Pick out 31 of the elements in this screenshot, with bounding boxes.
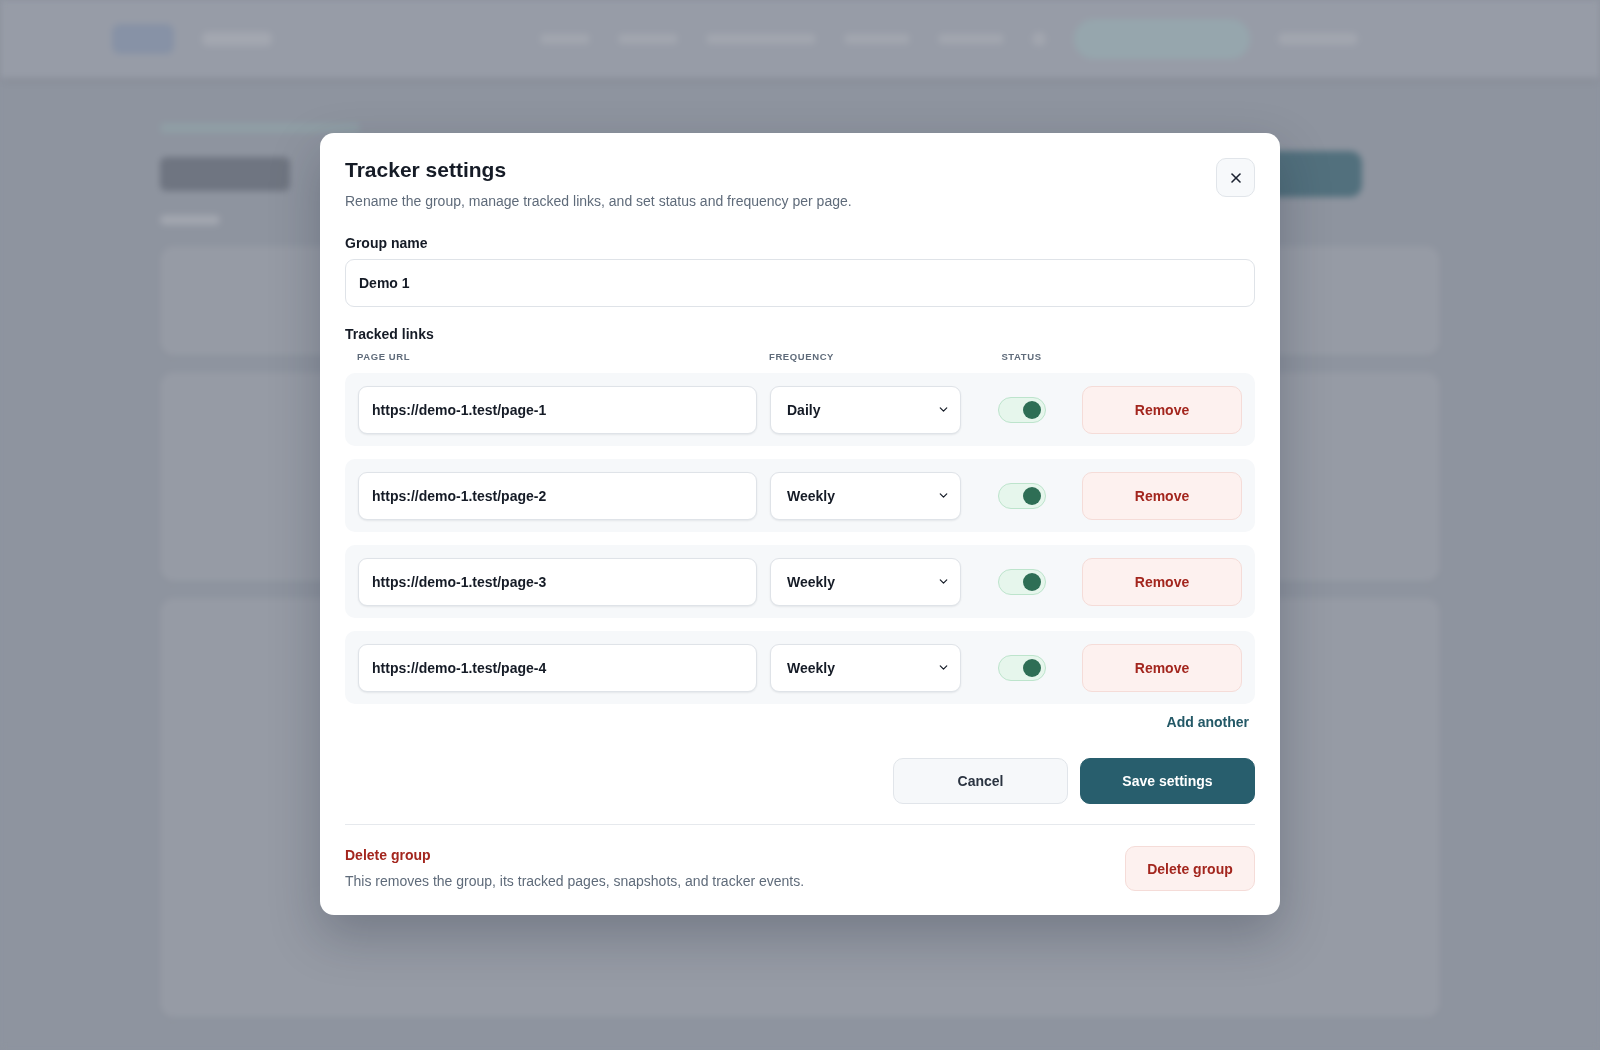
group-name-input[interactable]: Demo 1 <box>345 259 1255 307</box>
column-header: STATUS <box>1001 351 1042 363</box>
page-url-input[interactable]: https://demo-1.test/page-2 <box>358 471 757 520</box>
tracked-links-label: Tracked links <box>345 325 435 343</box>
status-toggle[interactable] <box>997 396 1046 423</box>
status-toggle[interactable] <box>997 482 1046 509</box>
column-header: PAGE URL <box>357 351 411 363</box>
save-button[interactable]: Save settings <box>1080 758 1255 804</box>
frequency-select[interactable]: Weekly <box>770 643 961 692</box>
column-header: FREQUENCY <box>769 351 835 363</box>
delete-group-description: This removes the group, its tracked pages, snapshots, and tracker events. <box>345 872 805 890</box>
remove-button[interactable]: Remove <box>1082 643 1242 692</box>
frequency-select[interactable]: Weekly <box>770 471 961 520</box>
page-url-input[interactable]: https://demo-1.test/page-3 <box>358 557 757 606</box>
add-another-button[interactable]: Add another <box>1166 713 1249 731</box>
cancel-button[interactable]: Cancel <box>893 758 1068 804</box>
status-toggle[interactable] <box>997 654 1046 681</box>
dialog-subtitle: Rename the group, manage tracked links, and set status and frequency per page. <box>345 192 852 211</box>
frequency-select[interactable]: Daily <box>770 385 961 434</box>
delete-group-heading: Delete group <box>345 846 432 864</box>
remove-button[interactable]: Remove <box>1082 385 1242 434</box>
dialog-title: Tracker settings <box>345 157 508 183</box>
page-url-input[interactable]: https://demo-1.test/page-4 <box>358 643 757 692</box>
remove-button[interactable]: Remove <box>1082 557 1242 606</box>
status-toggle[interactable] <box>997 568 1046 595</box>
group-name-label: Group name <box>345 234 429 252</box>
frequency-select[interactable]: Weekly <box>770 557 961 606</box>
close-button[interactable] <box>1216 158 1255 197</box>
remove-button[interactable]: Remove <box>1082 471 1242 520</box>
page-url-input[interactable]: https://demo-1.test/page-1 <box>358 385 757 434</box>
delete-group-button[interactable]: Delete group <box>1125 846 1255 891</box>
